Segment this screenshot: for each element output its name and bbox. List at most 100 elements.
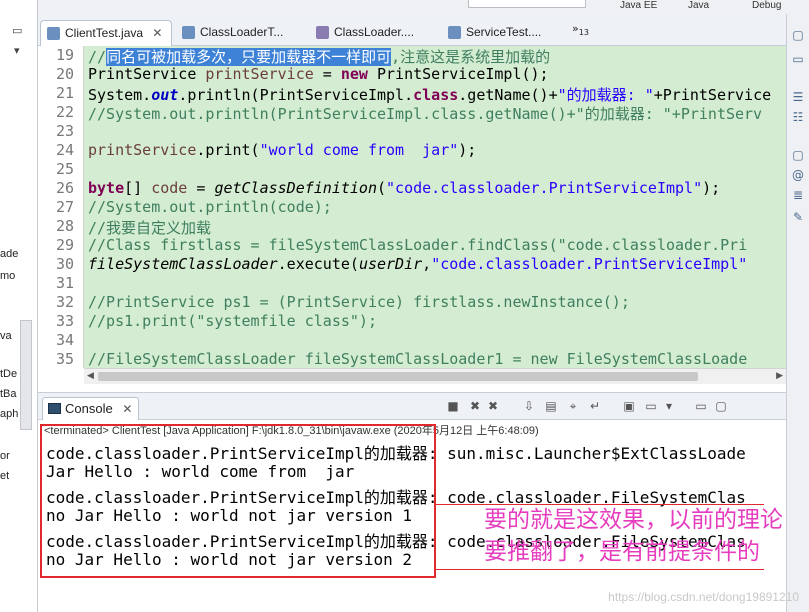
tab-service-test[interactable]: ServiceTest.... bbox=[442, 20, 570, 46]
close-icon[interactable]: ✕ bbox=[152, 26, 162, 40]
declaration-icon[interactable]: ✎ bbox=[791, 210, 805, 224]
restore-icon[interactable]: ▢ bbox=[791, 28, 805, 42]
scroll-lock-icon[interactable]: ⇩ bbox=[522, 399, 536, 413]
eclipse-window: ▭ ▾ ade mo va tDe tBa aph or et Java EE … bbox=[0, 0, 809, 612]
tree-label-6[interactable]: aph bbox=[0, 408, 18, 420]
tab-classloader[interactable]: ClassLoader.... bbox=[310, 20, 440, 46]
java-file-icon bbox=[47, 27, 60, 40]
tab-label: ClassLoaderT... bbox=[200, 25, 284, 39]
tab-console[interactable]: Console ✕ bbox=[42, 397, 140, 421]
code-line[interactable]: //FileSystemClassLoader fileSystemClassL… bbox=[88, 350, 747, 368]
line-number: 29 bbox=[55, 236, 74, 254]
scroll-right-icon[interactable]: ▶ bbox=[776, 371, 783, 381]
console-tab-label: Console bbox=[65, 401, 113, 416]
chevron-down-icon[interactable]: ▾ bbox=[14, 44, 20, 57]
perspective-java[interactable]: Java bbox=[688, 0, 709, 11]
line-number: 27 bbox=[55, 198, 74, 216]
javadoc-icon[interactable]: ≣ bbox=[791, 188, 805, 202]
overflow-count: 13 bbox=[578, 28, 589, 38]
horizontal-scrollbar[interactable]: ◀ ▶ bbox=[84, 368, 786, 384]
line-number: 33 bbox=[55, 312, 74, 330]
code-line[interactable]: fileSystemClassLoader.execute(userDir,"c… bbox=[88, 255, 747, 273]
display-console-icon[interactable]: ▭ bbox=[644, 399, 658, 413]
maximize-icon[interactable]: ▢ bbox=[714, 399, 728, 413]
tree-label-4[interactable]: tDe bbox=[0, 368, 17, 380]
code-editor[interactable]: 19 20 21 22 23 24 25 26 27 28 29 30 31 3… bbox=[38, 46, 786, 384]
line-number: 24 bbox=[55, 141, 74, 159]
code-line[interactable]: //System.out.println(PrintServiceImpl.cl… bbox=[88, 103, 762, 124]
outline-icon[interactable]: ☷ bbox=[791, 110, 805, 124]
watermark: https://blog.csdn.net/dong19891210 bbox=[608, 590, 799, 604]
remove-launch-icon[interactable]: ✖ bbox=[468, 399, 482, 413]
tree-label-1[interactable]: ade bbox=[0, 248, 18, 260]
remove-all-icon[interactable]: ✖ bbox=[486, 399, 500, 413]
line-number: 22 bbox=[55, 103, 74, 121]
top-toolbar: Java EE Java Debug bbox=[38, 0, 809, 14]
line-number: 28 bbox=[55, 217, 74, 235]
scroll-thumb[interactable] bbox=[98, 372, 698, 381]
scroll-left-icon[interactable]: ◀ bbox=[87, 371, 94, 381]
close-icon[interactable]: ✕ bbox=[122, 402, 132, 416]
annotation-red-box bbox=[40, 424, 436, 578]
new-console-icon[interactable]: ▣ bbox=[622, 399, 636, 413]
word-wrap-icon[interactable]: ↵ bbox=[588, 399, 602, 413]
clear-console-icon[interactable]: ▤ bbox=[544, 399, 558, 413]
maximize-icon[interactable]: ▭ bbox=[791, 52, 805, 66]
line-number: 32 bbox=[55, 293, 74, 311]
annotation-note: 要的就是这效果，以前的理论要推翻了，是有前提条件的 bbox=[484, 507, 783, 565]
line-number: 35 bbox=[55, 350, 74, 368]
minimize-icon[interactable]: ▭ bbox=[694, 399, 708, 413]
code-line[interactable]: //我要自定义加载 bbox=[88, 217, 211, 238]
java-file-icon bbox=[448, 26, 461, 39]
code-line[interactable]: //同名可被加载多次，只要加载器不一样即可,注意这是系统里加载的 bbox=[88, 46, 550, 67]
tree-label-8[interactable]: et bbox=[0, 470, 9, 482]
tab-classloader-test[interactable]: ClassLoaderT... bbox=[176, 20, 300, 46]
tree-label-5[interactable]: tBa bbox=[0, 388, 17, 400]
code-area[interactable]: //同名可被加载多次，只要加载器不一样即可,注意这是系统里加载的 PrintSe… bbox=[84, 46, 786, 368]
vertical-scrollbar[interactable] bbox=[20, 320, 32, 430]
task-list-icon[interactable]: ☰ bbox=[791, 90, 805, 104]
minimize-icon[interactable]: ▭ bbox=[12, 24, 22, 37]
line-number: 34 bbox=[55, 331, 74, 349]
quick-access-input[interactable] bbox=[468, 0, 586, 8]
line-number: 30 bbox=[55, 255, 74, 273]
terminate-icon[interactable]: ■ bbox=[446, 399, 460, 413]
line-number: 21 bbox=[55, 84, 74, 102]
package-explorer-sliver: ▭ ▾ ade mo va tDe tBa aph or et bbox=[0, 0, 38, 612]
tree-label-2[interactable]: mo bbox=[0, 270, 15, 282]
code-line[interactable]: PrintService printService = new PrintSer… bbox=[88, 65, 549, 83]
tab-client-test[interactable]: ClientTest.java ✕ bbox=[40, 20, 172, 46]
pin-icon[interactable]: ⌖ bbox=[566, 399, 580, 413]
code-line[interactable]: //PrintService ps1 = (PrintService) firs… bbox=[88, 293, 630, 311]
line-number: 26 bbox=[55, 179, 74, 197]
tree-label-3[interactable]: va bbox=[0, 330, 12, 342]
line-number: 25 bbox=[55, 160, 74, 178]
code-line[interactable]: //System.out.println(code); bbox=[88, 198, 332, 216]
line-number: 23 bbox=[55, 122, 74, 140]
overflow-chevron-icon: » bbox=[572, 22, 579, 35]
code-line[interactable]: System.out.println(PrintServiceImpl.clas… bbox=[88, 84, 771, 105]
line-number-gutter: 19 20 21 22 23 24 25 26 27 28 29 30 31 3… bbox=[38, 46, 84, 368]
tab-label: ServiceTest.... bbox=[466, 25, 542, 39]
tab-overflow-button[interactable]: »13 bbox=[572, 22, 589, 37]
perspective-java-ee[interactable]: Java EE bbox=[620, 0, 657, 11]
editor-tab-bar: ClientTest.java ✕ ClassLoaderT... ClassL… bbox=[38, 14, 786, 46]
console-icon bbox=[48, 403, 61, 414]
code-line[interactable]: //ps1.print("systemfile class"); bbox=[88, 312, 377, 330]
tree-label-7[interactable]: or bbox=[0, 450, 10, 462]
restore-icon[interactable]: ▢ bbox=[791, 148, 805, 162]
chevron-down-icon[interactable]: ▾ bbox=[662, 399, 676, 413]
tab-label: ClientTest.java bbox=[65, 26, 144, 40]
code-line[interactable]: printService.print("world come from jar"… bbox=[88, 141, 476, 159]
line-number: 19 bbox=[55, 46, 74, 64]
perspective-debug[interactable]: Debug bbox=[752, 0, 781, 11]
line-number: 31 bbox=[55, 274, 74, 292]
code-line[interactable]: byte[] code = getClassDefinition("code.c… bbox=[88, 179, 720, 197]
class-file-icon bbox=[316, 26, 329, 39]
console-view-header: Console ✕ ■ ✖ ✖ ⇩ ▤ ⌖ ↵ ▣ ▭ ▾ ▭ ▢ bbox=[38, 392, 786, 421]
tab-label: ClassLoader.... bbox=[334, 25, 415, 39]
code-line[interactable]: //Class firstlass = fileSystemClassLoade… bbox=[88, 236, 747, 254]
line-number: 20 bbox=[55, 65, 74, 83]
java-file-icon bbox=[182, 26, 195, 39]
at-sign-icon[interactable]: @ bbox=[791, 168, 805, 182]
